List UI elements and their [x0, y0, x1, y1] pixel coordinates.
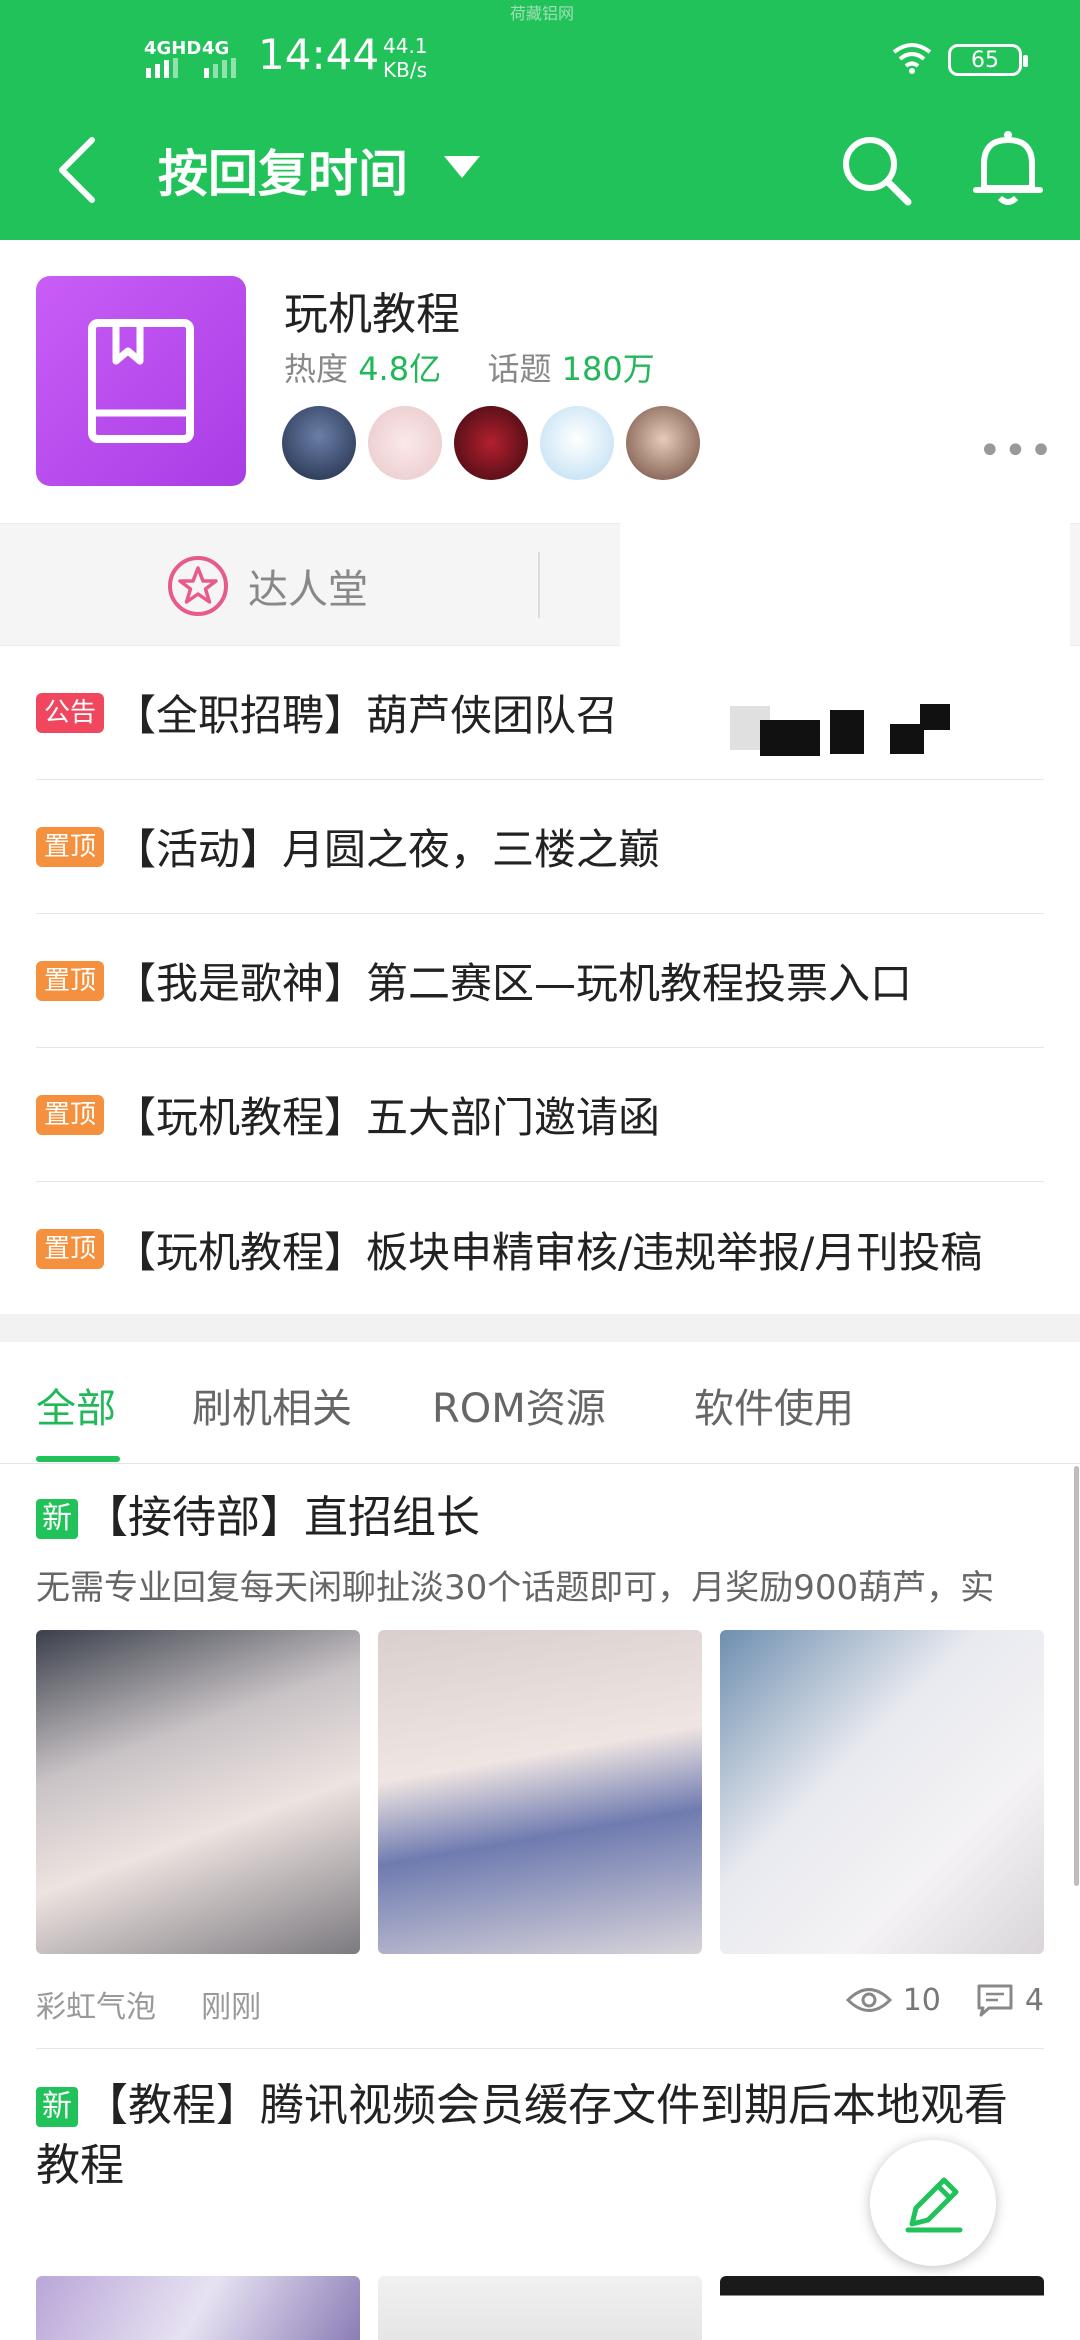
network-speed: 44.1 KB/s — [383, 34, 428, 82]
tab-flashing[interactable]: 刷机相关 — [192, 1376, 352, 1434]
network-label-1: 4GHD — [144, 38, 202, 59]
post-meta: 彩虹气泡 刚刚 10 4 — [36, 1982, 1044, 2026]
sticky-badge: 置顶 — [36, 1229, 105, 1269]
battery-level: 65 — [971, 47, 999, 73]
post-excerpt: 无需专业回复每天闲聊扯淡30个话题即可，月奖励900葫芦，实 — [36, 1568, 995, 1608]
network-label-2: 4G — [202, 38, 230, 59]
pinned-post-row[interactable]: 置顶 【玩机教程】板块申精审核/违规举报/月刊投稿 — [36, 1182, 1044, 1316]
post-divider — [36, 2048, 1044, 2049]
signal-icon-1 — [146, 58, 178, 78]
post-image[interactable] — [720, 2276, 1044, 2340]
bell-icon[interactable] — [968, 126, 1048, 212]
redaction-block — [830, 710, 864, 754]
pinned-post-row[interactable]: 置顶 【我是歌神】第二赛区—玩机教程投票入口 — [36, 914, 1044, 1048]
compose-post-button[interactable] — [870, 2140, 996, 2266]
wifi-icon — [892, 43, 932, 74]
pinned-post-title: 【玩机教程】板块申精审核/违规举报/月刊投稿 — [114, 1227, 983, 1277]
post-image[interactable] — [36, 1630, 360, 1954]
clock: 14:44 — [258, 30, 380, 79]
new-badge: 新 — [36, 2087, 78, 2127]
hall-of-fame-label: 达人堂 — [248, 566, 368, 613]
speed-value: 44.1 — [383, 34, 428, 58]
redaction-block — [920, 704, 950, 730]
redaction-block — [890, 724, 924, 754]
sticky-badge: 置顶 — [36, 960, 105, 1001]
post-time: 刚刚 — [201, 1990, 262, 2025]
pinned-post-title: 【活动】月圆之夜，三楼之巅 — [114, 825, 661, 874]
notice-badge: 公告 — [36, 692, 105, 733]
post-image[interactable] — [378, 1630, 702, 1954]
topics-value: 180万 — [561, 350, 655, 388]
heat-value: 4.8亿 — [358, 350, 442, 388]
moderator-avatars — [282, 406, 700, 480]
avatar[interactable] — [540, 406, 614, 480]
sort-order-title[interactable]: 按回复时间 — [158, 134, 408, 206]
avatar[interactable] — [368, 406, 442, 480]
status-top-label: 荷藏铝网 — [510, 4, 575, 23]
tab-all[interactable]: 全部 — [36, 1376, 116, 1434]
category-tabs: 全部 刷机相关 ROM资源 软件使用 — [0, 1342, 1080, 1464]
pinned-post-title: 【我是歌神】第二赛区—玩机教程投票入口 — [114, 959, 913, 1008]
topics-label: 话题 — [487, 350, 552, 388]
pinned-post-row[interactable]: 置顶 【活动】月圆之夜，三楼之巅 — [36, 780, 1044, 914]
forum-name: 玩机教程 — [284, 289, 460, 340]
dropdown-caret-icon[interactable] — [444, 156, 480, 178]
star-badge-icon — [168, 555, 228, 616]
forum-stats: 热度 4.8亿 话题 180万 — [284, 344, 655, 390]
post-images — [36, 1630, 1044, 1954]
speed-unit: KB/s — [383, 58, 427, 82]
tab-software-usage[interactable]: 软件使用 — [694, 1376, 854, 1434]
post-image[interactable] — [36, 2276, 360, 2340]
sticky-badge: 置顶 — [36, 826, 105, 867]
action-divider — [538, 552, 540, 618]
hall-of-fame-button[interactable]: 达人堂 — [166, 524, 368, 647]
sticky-badge: 置顶 — [36, 1094, 105, 1135]
post-title[interactable]: 新【接待部】直招组长 — [36, 1488, 1046, 1548]
search-icon[interactable] — [836, 130, 916, 210]
post-title-text: 【教程】腾讯视频会员缓存文件到期后本地观看教程 — [36, 2080, 1008, 2191]
avatar[interactable] — [626, 406, 700, 480]
section-gap — [0, 1314, 1080, 1342]
pinned-post-row[interactable]: 置顶 【玩机教程】五大部门邀请函 — [36, 1048, 1044, 1182]
avatar[interactable] — [454, 406, 528, 480]
comment-count: 4 — [1024, 1982, 1044, 2018]
avatar[interactable] — [282, 406, 356, 480]
active-tab-indicator — [36, 1456, 120, 1462]
status-bar: 荷藏铝网 4GHD 4G 14:44 44.1 KB/s 65 — [0, 0, 1080, 120]
post-image[interactable] — [720, 1630, 1044, 1954]
redaction-block — [760, 720, 820, 756]
comment-icon — [977, 1984, 1013, 2017]
eye-icon — [845, 1988, 892, 2012]
scrollbar[interactable] — [1074, 1466, 1079, 1886]
post-image[interactable] — [378, 2276, 702, 2340]
app-header: 荷藏铝网 4GHD 4G 14:44 44.1 KB/s 65 按回复时间 — [0, 0, 1080, 240]
view-count: 10 — [902, 1982, 941, 2018]
post-counters: 10 4 — [845, 1982, 1044, 2018]
post-author[interactable]: 彩虹气泡 — [36, 1990, 156, 2025]
tab-rom-resources[interactable]: ROM资源 — [432, 1376, 606, 1434]
new-badge: 新 — [36, 1499, 78, 1539]
battery-icon: 65 — [948, 44, 1028, 76]
back-arrow-icon[interactable] — [50, 130, 110, 210]
heat-label: 热度 — [284, 350, 349, 388]
pencil-icon — [905, 2177, 963, 2233]
post-title-text: 【接待部】直招组长 — [84, 1492, 480, 1543]
forum-book-icon — [36, 276, 246, 486]
signal-icon-2 — [204, 58, 236, 78]
post-images — [36, 2276, 1044, 2340]
pinned-post-title: 【玩机教程】五大部门邀请函 — [114, 1093, 661, 1142]
more-options-icon[interactable]: ••• — [978, 428, 1055, 474]
